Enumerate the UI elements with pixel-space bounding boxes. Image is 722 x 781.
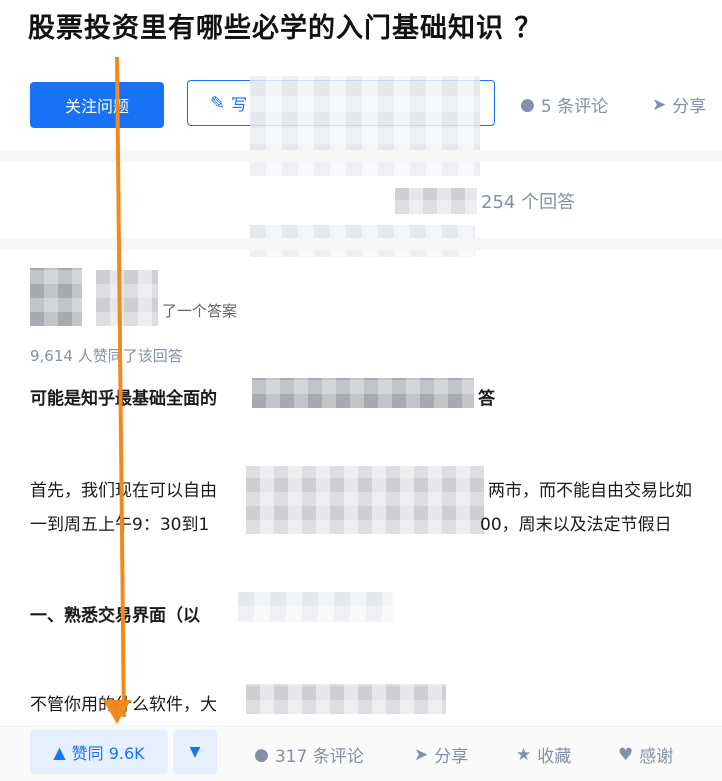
answer-text-blur xyxy=(252,378,474,408)
question-title: 股票投资里有哪些必学的入门基础知识 ？ xyxy=(28,13,543,44)
answer-comments-label: 317 条评论 xyxy=(274,747,364,767)
answer-heading: 可能是知乎最基础全面的 xyxy=(30,389,217,409)
answer-count[interactable]: 254 个回答 xyxy=(395,188,575,214)
answer-text-blur xyxy=(238,592,393,622)
answer-heading-end: 答 xyxy=(478,389,495,409)
answer-comments-button[interactable]: ● 317 条评论 xyxy=(254,742,364,768)
answer-paragraph: 00，周末以及法定节假日 xyxy=(480,515,672,535)
triangle-down-icon: ▼ xyxy=(189,744,201,760)
answer-share-label: 分享 xyxy=(434,747,469,767)
question-comments-link[interactable]: ● 5 条评论 xyxy=(520,92,609,118)
author-note: 了一个答案 xyxy=(162,302,238,320)
triangle-up-icon: ▲ xyxy=(53,742,66,762)
answer-count-label: 254 个回答 xyxy=(481,192,576,213)
vote-up-button[interactable]: ▲ 赞同 9.6K xyxy=(30,730,168,774)
follow-question-button[interactable]: 关注问题 xyxy=(30,82,164,128)
comment-icon: ● xyxy=(254,744,269,765)
answer-text-blur xyxy=(246,684,446,714)
section-divider xyxy=(0,238,722,250)
share-icon: ➤ xyxy=(652,94,667,115)
question-comments-label: 5 条评论 xyxy=(540,97,609,117)
thanks-button[interactable]: ♥ 感谢 xyxy=(618,742,674,768)
favorite-label: 收藏 xyxy=(537,747,572,767)
pen-icon: ✎ xyxy=(210,92,226,114)
write-answer-label: 写 xyxy=(231,95,248,114)
author-name[interactable] xyxy=(96,270,158,326)
vote-up-label: 赞同 9.6K xyxy=(71,744,145,763)
heart-icon: ♥ xyxy=(618,744,634,765)
upvote-info: 9,614 人赞同了该回答 xyxy=(30,347,183,365)
question-share-link[interactable]: ➤ 分享 xyxy=(652,92,707,118)
answer-section-heading: 一、熟悉交易界面（以 xyxy=(30,606,200,626)
favorite-button[interactable]: ★ 收藏 xyxy=(516,742,572,768)
section-divider xyxy=(0,150,722,162)
answer-text-blur xyxy=(246,466,484,534)
question-share-label: 分享 xyxy=(672,97,707,117)
vote-down-button[interactable]: ▼ xyxy=(173,730,217,774)
answer-paragraph: 两市，而不能自由交易比如 xyxy=(488,481,692,501)
share-icon: ➤ xyxy=(414,744,429,765)
avatar[interactable] xyxy=(30,268,82,326)
comment-icon: ● xyxy=(520,94,535,115)
answer-share-button[interactable]: ➤ 分享 xyxy=(414,742,469,768)
star-icon: ★ xyxy=(516,744,532,765)
thanks-label: 感谢 xyxy=(639,747,674,767)
annotation-arrow-head xyxy=(103,700,131,724)
